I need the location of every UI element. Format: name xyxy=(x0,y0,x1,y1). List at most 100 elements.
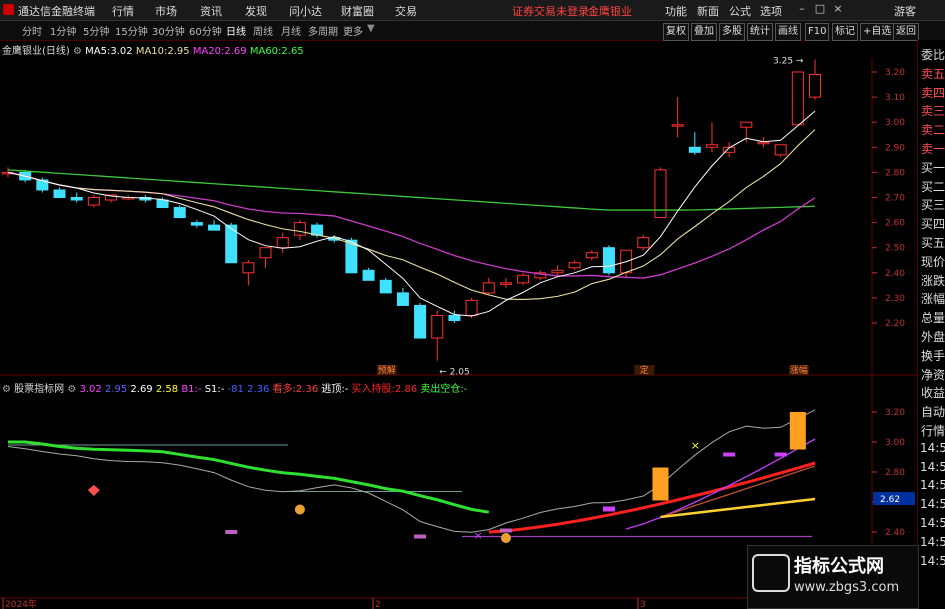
tab-intraday[interactable]: 分时 xyxy=(22,23,42,38)
price-tick-label: 2.30 xyxy=(885,294,905,304)
tab-daily[interactable]: 日线 xyxy=(226,23,246,38)
side-panel-item[interactable]: 卖二 xyxy=(920,121,945,138)
watermark-url: www.zbgs3.com xyxy=(794,580,900,595)
side-panel-item[interactable]: 买三 xyxy=(920,196,945,213)
menu-new-page[interactable]: 新面 xyxy=(697,3,719,19)
menu-function[interactable]: 功能 xyxy=(665,3,687,19)
candle-body xyxy=(156,199,169,209)
menu-market[interactable]: 行情 xyxy=(112,3,134,19)
menu-discover[interactable]: 发现 xyxy=(245,3,267,19)
side-panel-item[interactable]: 14:50 xyxy=(920,497,945,511)
guest-label[interactable]: 游客 xyxy=(894,3,916,19)
candle-body xyxy=(70,197,83,201)
candle-body xyxy=(809,74,821,98)
side-panel-item[interactable]: 涨幅 xyxy=(920,290,945,307)
ma10-label: MA10: xyxy=(135,46,168,57)
candle-body xyxy=(774,144,787,156)
sub-price-tick-label: 2.40 xyxy=(885,528,905,538)
ma20-label: MA20: xyxy=(192,46,225,57)
side-panel-item[interactable]: 买二 xyxy=(920,178,945,195)
signal-bar xyxy=(789,412,806,450)
side-panel-item[interactable]: 14:50 xyxy=(920,460,945,474)
back-button[interactable]: 返回 xyxy=(893,23,919,41)
multi-stock-button[interactable]: 多股 xyxy=(719,23,745,41)
side-panel-item[interactable]: 换手 xyxy=(920,347,945,364)
candle-body xyxy=(585,252,598,259)
side-panel-item[interactable]: 现价 xyxy=(920,253,945,270)
side-panel-item[interactable]: 14:50 xyxy=(920,535,945,549)
side-panel-item[interactable]: 总量 xyxy=(920,309,945,326)
candle-body xyxy=(379,279,392,294)
side-panel-item[interactable]: 卖三 xyxy=(920,102,945,119)
restore-rights-button[interactable]: 复权 xyxy=(663,23,689,41)
price-tick-label: 2.20 xyxy=(885,319,905,329)
f10-button[interactable]: F10 xyxy=(805,23,830,41)
settings-gear-icon[interactable]: ⚙ xyxy=(73,46,85,57)
sub-chart-legend: ⚙ 股票指标网 ⚙ 3.02 2.95 2.69 2.58 B1:- S1:- … xyxy=(2,380,467,395)
side-panel-item[interactable]: 外盘 xyxy=(920,328,945,345)
side-panel-item[interactable]: 自动 xyxy=(920,403,945,420)
side-panel-item[interactable]: 委比 xyxy=(920,46,945,63)
tab-multi-period[interactable]: 多周期 xyxy=(308,23,338,38)
tab-5min[interactable]: 5分钟 xyxy=(83,23,109,38)
candle-body xyxy=(208,224,221,231)
sub-gear-icon[interactable]: ⚙ xyxy=(67,384,79,395)
maximize-icon[interactable]: □ xyxy=(813,2,827,16)
tab-30min[interactable]: 30分钟 xyxy=(152,23,185,38)
candle-body xyxy=(53,189,66,199)
tab-60min[interactable]: 60分钟 xyxy=(189,23,222,38)
menu-news[interactable]: 资讯 xyxy=(200,3,222,19)
side-panel-item[interactable]: 14:50 xyxy=(920,554,945,568)
add-watchlist-button[interactable]: +自选 xyxy=(860,23,895,41)
side-panel-item[interactable]: 收益 xyxy=(920,384,945,401)
side-panel-item[interactable]: 14:50 xyxy=(920,441,945,455)
side-panel-item[interactable]: 卖五 xyxy=(920,65,945,82)
tab-more[interactable]: 更多 xyxy=(343,23,363,38)
trend-line-bearish xyxy=(8,440,490,514)
candle-body xyxy=(242,262,255,274)
overlay-button[interactable]: 叠加 xyxy=(691,23,717,41)
menu-wealth[interactable]: 财富圈 xyxy=(341,3,374,19)
sub-settings-icon[interactable]: ⚙ xyxy=(2,384,14,395)
price-tick-label: 2.90 xyxy=(885,143,905,153)
candle-body xyxy=(671,124,684,127)
candle-body xyxy=(688,146,701,153)
side-panel-item[interactable]: 卖四 xyxy=(920,84,945,101)
side-panel-item[interactable]: 卖一 xyxy=(920,140,945,157)
mark-button[interactable]: 标记 xyxy=(832,23,858,41)
sub-legend-item: 3.02 xyxy=(79,384,105,395)
side-panel-item[interactable]: 14:50 xyxy=(920,516,945,530)
menu-ask[interactable]: 问小达 xyxy=(289,3,322,19)
minimize-icon[interactable]: – xyxy=(795,2,809,16)
candle-body xyxy=(740,121,753,128)
tab-1min[interactable]: 1分钟 xyxy=(50,23,76,38)
menu-formula[interactable]: 公式 xyxy=(729,3,751,19)
menu-exchange[interactable]: 市场 xyxy=(155,3,177,19)
sub-legend-item: 2.36 xyxy=(247,384,273,395)
sell-signal-icon: × xyxy=(691,439,700,452)
draw-line-button[interactable]: 画线 xyxy=(775,23,801,41)
close-icon[interactable]: × xyxy=(831,2,845,16)
menu-trade[interactable]: 交易 xyxy=(395,3,417,19)
side-panel-item[interactable]: 行情 xyxy=(920,422,945,439)
statistics-button[interactable]: 统计 xyxy=(747,23,773,41)
tab-monthly[interactable]: 月线 xyxy=(281,23,301,38)
low-price-mark: ← 2.05 xyxy=(439,368,469,378)
signal-marker xyxy=(774,452,787,457)
login-notice[interactable]: 证券交易未登录 xyxy=(512,3,589,19)
tab-weekly[interactable]: 周线 xyxy=(253,23,273,38)
kline-chart[interactable]: 3.20 3.10 3.00 2.90 2.80 2.70 2.60 2.50 2.40 2.30… xyxy=(0,40,917,609)
tab-15min[interactable]: 15分钟 xyxy=(115,23,148,38)
side-panel-item[interactable]: 净资 xyxy=(920,366,945,383)
more-arrow-icon[interactable]: ▼ xyxy=(367,23,375,34)
side-panel-item[interactable]: 买五 xyxy=(920,234,945,251)
candle-body xyxy=(431,314,444,339)
signal-marker xyxy=(723,452,736,457)
side-panel-item[interactable]: 买四 xyxy=(920,215,945,232)
side-panel-item[interactable]: 涨跌 xyxy=(920,272,945,289)
candle-body xyxy=(465,299,478,316)
menu-options[interactable]: 选项 xyxy=(760,3,782,19)
sub-legend-item: 逃顶:- xyxy=(321,384,352,395)
side-panel-item[interactable]: 买一 xyxy=(920,159,945,176)
side-panel-item[interactable]: 14:50 xyxy=(920,478,945,492)
